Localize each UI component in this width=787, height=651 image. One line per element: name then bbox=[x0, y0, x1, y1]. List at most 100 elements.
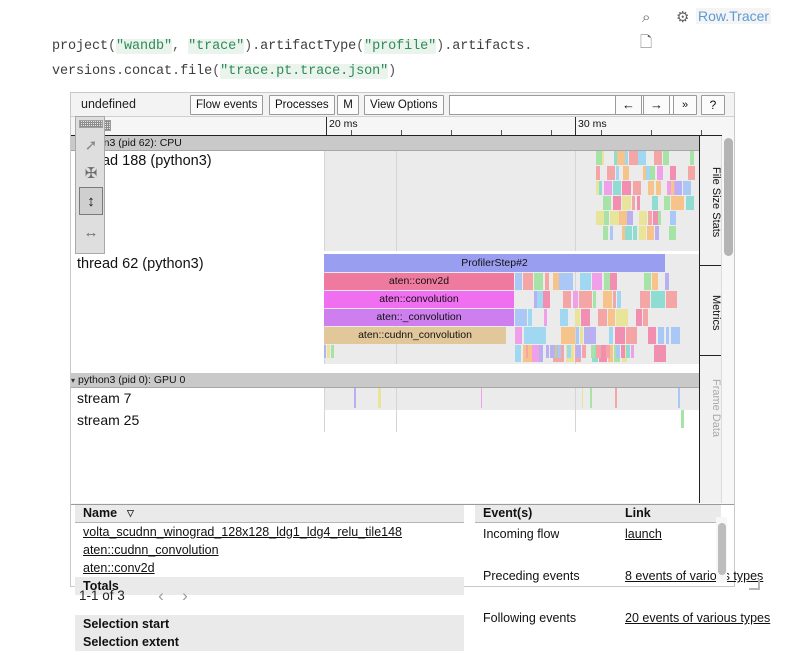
timeline-slice-labeled[interactable]: aten::conv2d bbox=[324, 273, 514, 290]
table-cell-name[interactable]: volta_scudnn_winograd_128x128_ldg1_ldg4_… bbox=[83, 523, 463, 541]
overflow-menu-button[interactable]: » bbox=[673, 95, 697, 115]
timeline-slice[interactable] bbox=[637, 196, 640, 210]
timeline-slice[interactable] bbox=[582, 345, 586, 358]
details-scrollbar-thumb[interactable] bbox=[718, 523, 726, 575]
timeline-slice[interactable] bbox=[627, 211, 633, 225]
timeline-slice[interactable] bbox=[617, 151, 625, 165]
timeline-slice[interactable] bbox=[615, 327, 626, 344]
timeline-slice[interactable] bbox=[596, 345, 601, 358]
timeline-slice[interactable] bbox=[613, 181, 621, 195]
timeline-slice[interactable] bbox=[558, 345, 561, 358]
timeline-slice[interactable] bbox=[625, 151, 628, 165]
timeline-slice[interactable] bbox=[526, 345, 528, 358]
timeline-slice[interactable] bbox=[515, 273, 522, 290]
timeline-slice[interactable] bbox=[652, 196, 658, 210]
timeline-slice[interactable] bbox=[648, 181, 654, 195]
timeline-slice[interactable] bbox=[666, 291, 678, 308]
timeline-slice[interactable] bbox=[638, 151, 646, 165]
timeline-slice[interactable] bbox=[623, 166, 629, 180]
chevron-down-icon[interactable]: ▾ bbox=[71, 373, 75, 388]
timeline-slice[interactable] bbox=[576, 345, 581, 358]
timeline-scrollbar-thumb[interactable] bbox=[724, 138, 733, 256]
timeline-slice[interactable] bbox=[671, 327, 680, 344]
vertical-zoom-icon[interactable]: ↕ bbox=[79, 187, 103, 215]
sort-descending-icon[interactable]: ▽ bbox=[127, 505, 134, 522]
timeline-slice[interactable] bbox=[639, 211, 647, 225]
timeline-slice[interactable] bbox=[604, 273, 611, 290]
timeline-slice[interactable] bbox=[686, 196, 694, 210]
timeline-slice[interactable] bbox=[603, 196, 611, 210]
timeline-slice[interactable] bbox=[669, 226, 676, 240]
copy-icon[interactable]: 🗋 bbox=[640, 32, 652, 57]
timeline-slice[interactable] bbox=[650, 166, 655, 180]
timeline-slice[interactable] bbox=[666, 327, 670, 344]
timeline-slice[interactable] bbox=[591, 345, 595, 358]
timeline-slice[interactable] bbox=[545, 273, 549, 290]
timeline-slice[interactable] bbox=[610, 211, 619, 225]
metrics-toggle-button[interactable]: M bbox=[337, 95, 359, 115]
nav-prev-button[interactable]: ← bbox=[615, 95, 642, 115]
timeline-slice[interactable] bbox=[678, 196, 684, 210]
gear-icon[interactable]: ⚙ bbox=[676, 8, 689, 26]
timeline-slice[interactable] bbox=[654, 151, 662, 165]
timeline-slice[interactable] bbox=[546, 345, 549, 358]
timeline-scrollbar[interactable] bbox=[721, 136, 734, 503]
timeline-slice[interactable] bbox=[580, 327, 583, 344]
panel-type-label[interactable]: Row.Tracer bbox=[696, 8, 771, 24]
timeline-slice[interactable] bbox=[656, 181, 662, 195]
timeline-slice[interactable] bbox=[528, 309, 532, 326]
timeline-slice[interactable] bbox=[616, 166, 619, 180]
timeline-slice[interactable] bbox=[671, 181, 674, 195]
timeline-slice[interactable] bbox=[575, 309, 580, 326]
timeline-slice[interactable] bbox=[622, 196, 631, 210]
pagination-prev-button[interactable]: ‹ bbox=[151, 586, 171, 606]
timeline-slice[interactable] bbox=[683, 181, 691, 195]
timeline-slice[interactable] bbox=[550, 345, 554, 358]
timeline-slice[interactable] bbox=[606, 345, 610, 358]
timeline-slice[interactable] bbox=[653, 211, 658, 225]
timeline-slice[interactable] bbox=[543, 291, 549, 308]
timeline-slice[interactable] bbox=[563, 291, 572, 308]
timeline-slice-labeled[interactable]: aten::cudnn_convolution bbox=[324, 327, 506, 344]
timeline-slice[interactable] bbox=[648, 211, 653, 225]
timeline-slice[interactable] bbox=[658, 211, 661, 225]
timeline-slice[interactable] bbox=[639, 226, 647, 240]
timeline-slice[interactable] bbox=[610, 273, 617, 290]
timeline-slice[interactable] bbox=[523, 273, 533, 290]
timeline-slice[interactable] bbox=[603, 226, 608, 240]
timeline-slice[interactable] bbox=[625, 226, 632, 240]
timeline-slice[interactable] bbox=[632, 196, 635, 210]
timeline-slice[interactable] bbox=[481, 388, 483, 408]
timeline-slice[interactable] bbox=[544, 309, 547, 326]
timeline-slice[interactable] bbox=[596, 211, 604, 225]
timeline-slice[interactable] bbox=[626, 327, 637, 344]
timeline-slice[interactable] bbox=[567, 345, 571, 358]
timeline-slice[interactable] bbox=[327, 345, 330, 358]
timeline-slice[interactable] bbox=[636, 309, 642, 326]
timeline-slice[interactable] bbox=[592, 273, 602, 290]
timeline-ruler[interactable]: 20 ms30 ms bbox=[71, 117, 722, 136]
timeline-slice[interactable] bbox=[663, 151, 669, 165]
cursor-arrow-icon[interactable]: ➚ bbox=[79, 131, 103, 159]
timeline-group-header[interactable]: python3 (pid 62): CPUX bbox=[71, 136, 722, 151]
timeline-slice[interactable] bbox=[515, 327, 522, 344]
timeline-slice[interactable] bbox=[681, 410, 684, 428]
timeline-slice[interactable] bbox=[598, 309, 607, 326]
side-tab-file-size-stats[interactable]: File Size Stats bbox=[700, 136, 722, 266]
timeline-slice[interactable] bbox=[640, 291, 651, 308]
timeline-slice[interactable] bbox=[579, 291, 593, 308]
timeline-slice[interactable] bbox=[573, 291, 578, 308]
timeline-slice[interactable] bbox=[616, 345, 620, 358]
timeline-slice[interactable] bbox=[331, 345, 334, 358]
timeline-slice[interactable] bbox=[610, 226, 613, 240]
timeline-slice[interactable] bbox=[617, 291, 621, 308]
timeline-slice[interactable] bbox=[561, 327, 575, 344]
timeline-slice[interactable] bbox=[651, 291, 665, 308]
table-cell-name[interactable]: aten::conv2d bbox=[83, 559, 463, 577]
timeline-slice[interactable] bbox=[675, 181, 682, 195]
timeline-slice[interactable] bbox=[613, 196, 622, 210]
timeline-slice[interactable] bbox=[613, 291, 616, 308]
timeline-slice[interactable] bbox=[560, 309, 568, 326]
details-scrollbar[interactable] bbox=[716, 517, 727, 583]
timeline-slice[interactable] bbox=[631, 345, 634, 358]
